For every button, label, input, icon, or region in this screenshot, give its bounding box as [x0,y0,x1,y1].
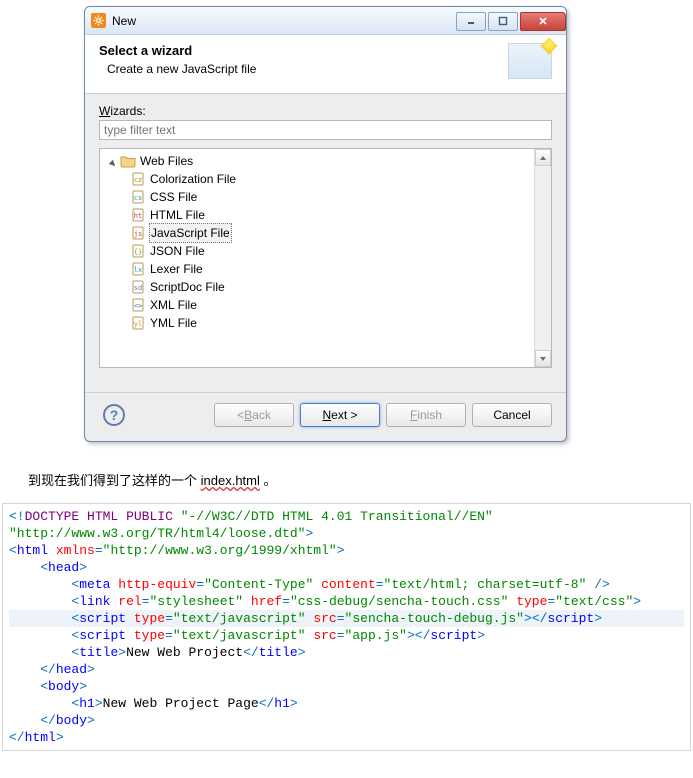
new-wizard-dialog: New Select a wizard Create a new JavaScr… [84,6,567,442]
code-line[interactable]: <body> [9,678,684,695]
tree-item-label: YML File [149,314,198,332]
help-button[interactable]: ? [103,404,125,426]
banner-subtitle: Create a new JavaScript file [107,62,508,76]
tree-item[interactable]: sd ScriptDoc File [106,278,551,296]
cancel-button[interactable]: Cancel [472,403,552,427]
banner-title: Select a wizard [99,43,508,58]
code-line[interactable]: <html xmlns="http://www.w3.org/1999/xhtm… [9,542,684,559]
finish-button[interactable]: Finish [386,403,466,427]
back-button[interactable]: < Back [214,403,294,427]
code-line[interactable]: <title>New Web Project</title> [9,644,684,661]
tree-item[interactable]: js JavaScript File [106,224,551,242]
svg-text:cs: cs [134,194,142,202]
tree-item[interactable]: cz Colorization File [106,170,551,188]
next-button[interactable]: Next > [300,403,380,427]
tree-item[interactable]: <> XML File [106,296,551,314]
code-line[interactable]: <!DOCTYPE HTML PUBLIC "-//W3C//DTD HTML … [9,508,684,525]
wizard-tree[interactable]: Web FilesczColorization FilecsCSS Fileht… [99,148,552,368]
svg-text:lx: lx [134,266,142,274]
tree-scrollbar[interactable] [534,149,551,367]
maximize-button[interactable] [488,12,518,31]
description-paragraph: 到现在我们得到了这样的一个 index.html 。 [28,470,693,489]
tree-item[interactable]: lx Lexer File [106,260,551,278]
folder-icon [120,153,136,169]
tree-item-label: ScriptDoc File [149,278,226,296]
tree-item[interactable]: ht HTML File [106,206,551,224]
window-title: New [112,14,456,28]
file-icon: <> [130,297,146,313]
wizard-filter-input[interactable] [99,120,552,140]
tree-item[interactable]: cs CSS File [106,188,551,206]
tree-item-label: Colorization File [149,170,237,188]
file-icon: cs [130,189,146,205]
code-editor[interactable]: <!DOCTYPE HTML PUBLIC "-//W3C//DTD HTML … [2,503,691,751]
code-line[interactable]: <script type="text/javascript" src="senc… [9,610,684,627]
code-line[interactable]: "http://www.w3.org/TR/html4/loose.dtd"> [9,525,684,542]
expander-icon[interactable] [108,156,118,166]
code-line[interactable]: </body> [9,712,684,729]
svg-text:ht: ht [134,212,142,220]
wizard-banner-icon [508,43,552,79]
file-icon: js [130,225,146,241]
svg-text:<>: <> [134,302,142,310]
scroll-down-icon[interactable] [535,350,551,367]
tree-item[interactable]: {} JSON File [106,242,551,260]
titlebar[interactable]: New [85,7,566,35]
code-line[interactable]: <link rel="stylesheet" href="css-debug/s… [9,593,684,610]
minimize-button[interactable] [456,12,486,31]
wizard-banner: Select a wizard Create a new JavaScript … [85,35,566,94]
app-gear-icon [91,13,106,28]
tree-item-label: HTML File [149,206,206,224]
svg-text:cz: cz [134,176,142,184]
code-line[interactable]: <script type="text/javascript" src="app.… [9,627,684,644]
file-icon: ht [130,207,146,223]
file-icon: lx [130,261,146,277]
code-line[interactable]: </head> [9,661,684,678]
file-icon: yl [130,315,146,331]
svg-text:{}: {} [134,248,142,256]
svg-text:js: js [134,230,142,238]
code-line[interactable]: <meta http-equiv="Content-Type" content=… [9,576,684,593]
tree-item[interactable]: yl YML File [106,314,551,332]
file-icon: {} [130,243,146,259]
close-button[interactable] [520,12,566,31]
tree-item-label: JavaScript File [149,223,232,243]
svg-text:yl: yl [134,320,142,328]
code-line[interactable]: <head> [9,559,684,576]
tree-item-label: XML File [149,296,198,314]
tree-item-label: JSON File [149,242,206,260]
scroll-up-icon[interactable] [535,149,551,166]
tree-folder-web-files[interactable]: Web Files [106,152,551,170]
code-line[interactable]: </html> [9,729,684,746]
code-line[interactable]: <h1>New Web Project Page</h1> [9,695,684,712]
wizards-label: Wizards: [99,104,552,118]
file-icon: sd [130,279,146,295]
tree-item-label: Lexer File [149,260,204,278]
file-icon: cz [130,171,146,187]
tree-item-label: Web Files [139,152,194,170]
tree-item-label: CSS File [149,188,198,206]
svg-text:sd: sd [134,284,142,292]
